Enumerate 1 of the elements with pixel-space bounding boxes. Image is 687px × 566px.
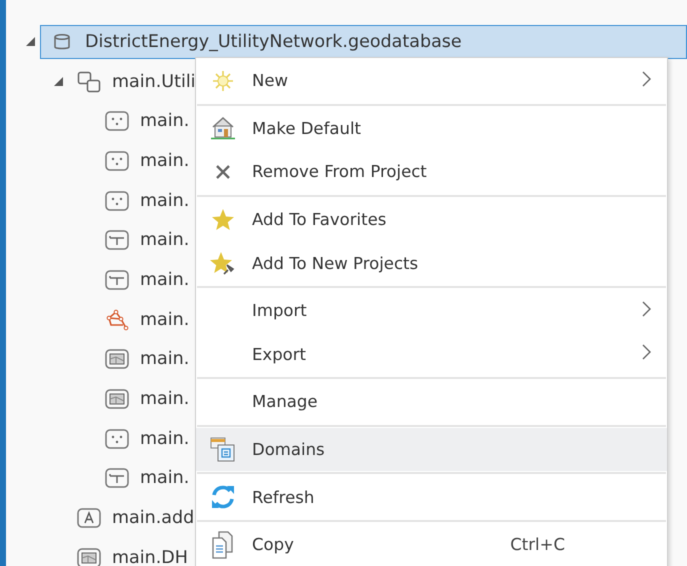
shortcut-text: Ctrl+C [510,535,565,554]
